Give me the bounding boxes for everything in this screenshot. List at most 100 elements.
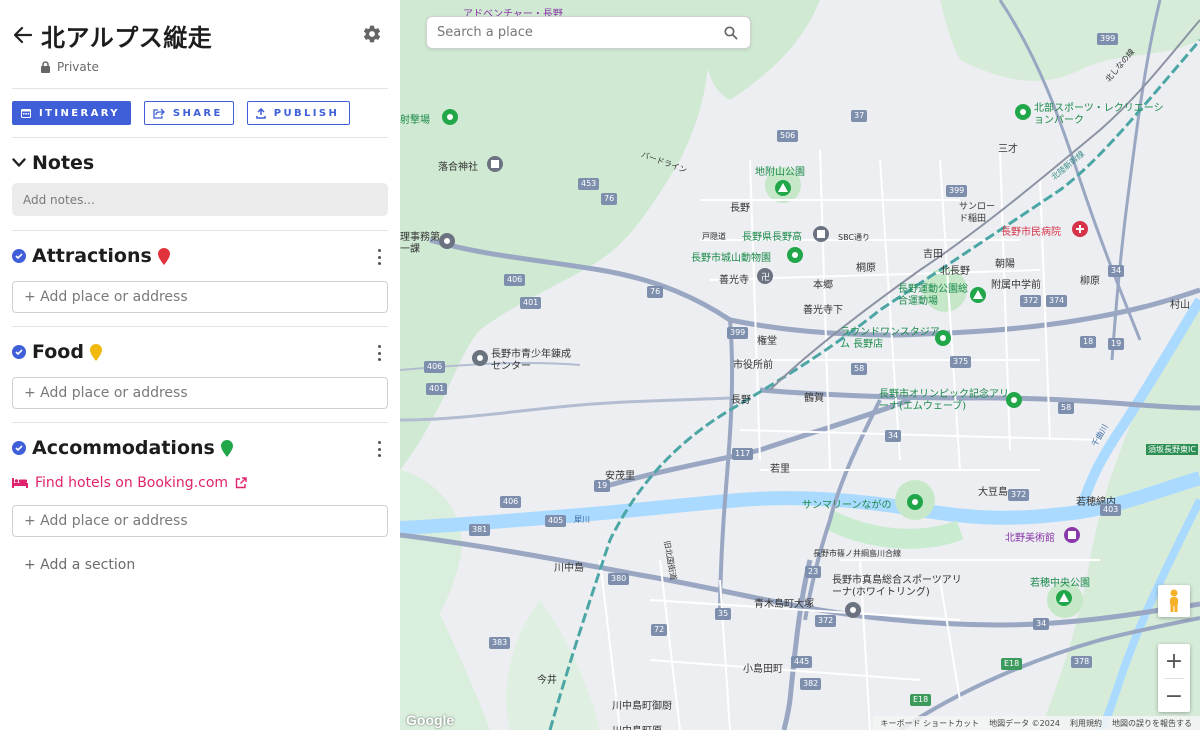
action-bar: ITINERARY SHARE PUBLISH [12,89,388,137]
map-label: 鶴賀 [804,393,824,404]
road-number: 76 [601,193,618,205]
section-title[interactable]: Accommodations [32,437,215,459]
add-place-input[interactable]: + Add place or address [12,377,388,409]
itinerary-button[interactable]: ITINERARY [12,101,131,125]
search-icon[interactable] [724,26,738,40]
section-title[interactable]: Food [32,341,84,363]
lock-icon [41,61,50,73]
section-accommodations: Accommodations Find hotels on Booking.co… [12,423,388,537]
trip-header: 北アルプス縦走 Private [12,0,388,74]
road-number: 34 [885,430,902,442]
itinerary-label: ITINERARY [39,107,120,119]
map-label: 善光寺下 [803,305,843,316]
map-label: 村山 [1170,300,1190,311]
publish-button[interactable]: PUBLISH [246,101,351,125]
checkbox-icon[interactable] [12,441,26,455]
trip-sidebar: 北アルプス縦走 Private ITINERARY SHARE PUBLISH [0,0,400,730]
more-options-icon[interactable] [376,249,382,265]
map-label: サンロード稲田 [959,202,996,224]
road-number: 378 [1071,656,1093,668]
road-number: 380 [608,573,630,585]
more-options-icon[interactable] [376,345,382,361]
checkbox-icon[interactable] [12,249,26,263]
notes-section: Notes Add notes... [12,138,388,216]
road-number: 37 [851,110,868,122]
map-label: 北野美術館 [1005,533,1055,544]
more-options-icon[interactable] [376,441,382,457]
map-search-input[interactable]: Search a place [426,16,751,49]
section-food: Food + Add place or address [12,327,388,409]
map-label: サンマリーンながの [802,500,892,511]
back-arrow-icon[interactable] [12,24,34,46]
map-label: 若里 [770,464,790,475]
road-number: E18 [1001,658,1023,670]
map-label: 川中島町原 [612,722,662,730]
zoom-in-button[interactable]: + [1158,644,1190,678]
road-number: 34 [1108,265,1125,277]
map-label: 長野市民病院 [1001,227,1061,238]
map-label: 北長野 [940,266,970,277]
google-logo[interactable]: Google [406,712,454,728]
map-label: ラウンドワンスタジアム 長野店 [840,327,940,350]
bed-icon [12,478,28,488]
map-label: 長野 [731,395,751,406]
map-label: 長野市篠ノ井綱島川合線 [813,549,901,558]
keyboard-shortcuts-link[interactable]: キーボード ショートカット [881,718,980,729]
road-number: 372 [1008,489,1030,501]
map-attribution: キーボード ショートカット 地図データ ©2024 利用規約 地図の誤りを報告す… [872,716,1200,730]
road-number: 399 [946,185,968,197]
add-place-input[interactable]: + Add place or address [12,281,388,313]
road-number: 399 [1097,33,1119,45]
gear-icon[interactable] [362,24,384,46]
map-label: 本郷 [813,280,833,291]
map-label: 川中島 [554,563,584,574]
map-label: 長野 [730,203,750,214]
map-label: 朝陽 [995,259,1015,270]
road-number: 506 [777,130,799,142]
map-label: 三才 [998,144,1018,155]
map-pin-icon [220,439,233,457]
road-number: 381 [469,524,491,536]
road-number: 453 [578,178,600,190]
map-label: 長野市真島総合スポーツアリーナ(ホワイトリング) [832,575,962,598]
trip-title[interactable]: 北アルプス縦走 [41,18,212,53]
map-label: 長野市城山動物園 [691,253,771,264]
street-view-pegman-icon[interactable] [1158,585,1190,617]
road-number: 403 [1100,504,1122,516]
road-number: 58 [1058,402,1075,414]
checkbox-icon[interactable] [12,345,26,359]
map-label: 犀川 [574,515,590,524]
road-number: 34 [1033,618,1050,630]
section-title[interactable]: Attractions [32,245,152,267]
road-number: 383 [489,637,511,649]
map-view[interactable]: 卍 アドベンチャー・長野 射撃場 落合神社 地附山公園 長野 長野県長野高 SB… [400,0,1200,730]
map-label: 小島田町 [743,664,783,675]
road-number: 76 [647,286,664,298]
terms-link[interactable]: 利用規約 [1070,718,1102,729]
share-button[interactable]: SHARE [143,101,234,125]
road-number: 445 [791,656,813,668]
upload-icon [256,107,266,119]
zoom-out-button[interactable]: − [1158,679,1190,713]
map-label: 今井 [537,675,557,686]
report-error-link[interactable]: 地図の誤りを報告する [1112,718,1192,729]
search-placeholder: Search a place [437,25,533,40]
map-label: 青木島町大塚 [754,599,814,610]
privacy-status[interactable]: Private [40,60,99,74]
notes-title: Notes [32,152,95,174]
map-label: 吉田 [923,249,943,260]
add-place-input[interactable]: + Add place or address [12,505,388,537]
road-number: 399 [727,327,749,339]
booking-link[interactable]: Find hotels on Booking.com [12,475,388,491]
road-number: 23 [805,566,822,578]
map-data-credit: 地図データ ©2024 [989,718,1060,728]
chevron-down-icon[interactable] [12,158,26,168]
add-section-button[interactable]: + Add a section [12,557,388,573]
map-label: 附属中学前 [991,280,1041,291]
map-label: 長野県長野高 [742,232,802,243]
map-label: SBC通り [838,233,871,242]
map-label: 戸隠道 [702,232,726,241]
map-pin-icon [157,247,170,265]
road-number: 375 [950,356,972,368]
map-label: 長野市オリンピック記念アリーナ(エムウェーブ) [879,389,1009,412]
